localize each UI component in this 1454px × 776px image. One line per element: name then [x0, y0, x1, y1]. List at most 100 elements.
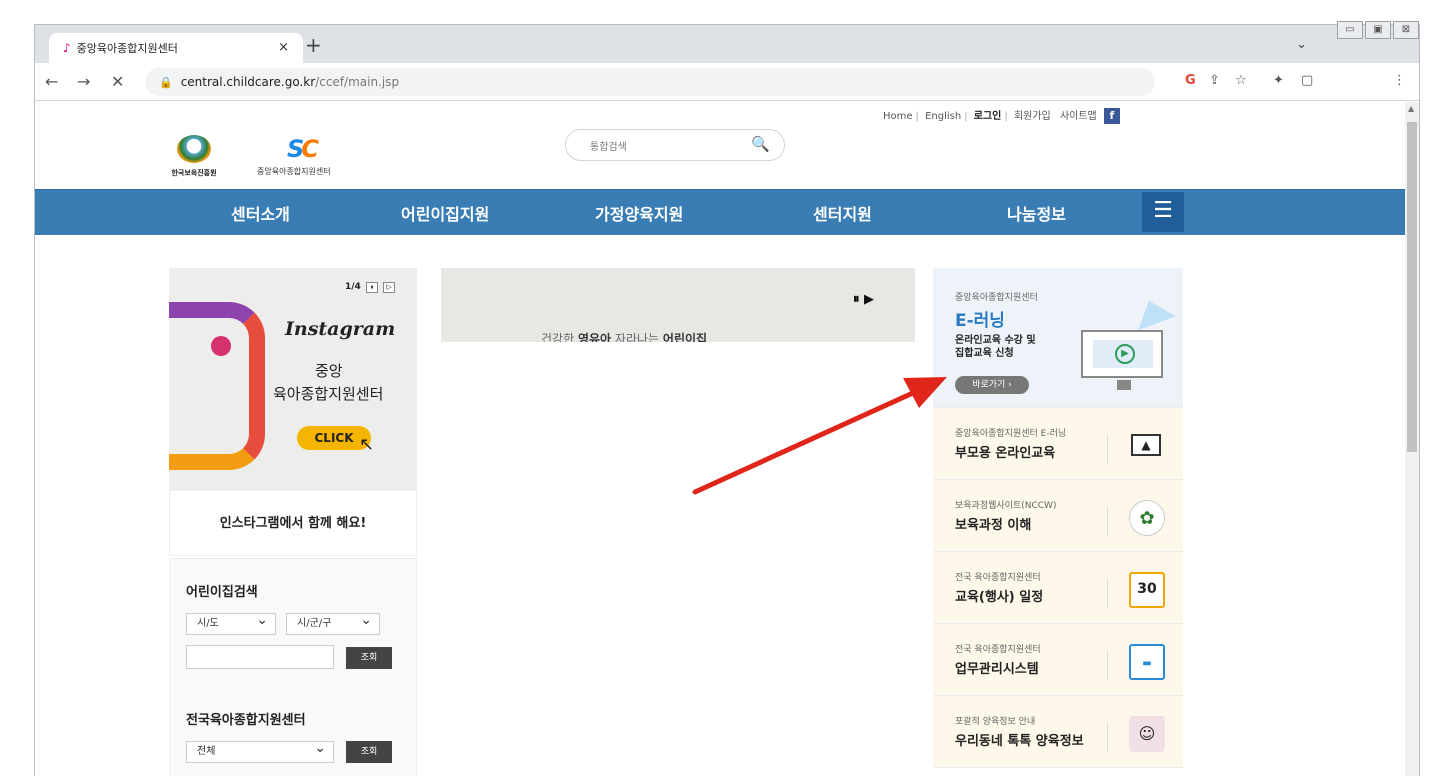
- quick-item-title: 업무관리시스템: [955, 662, 1039, 677]
- url-path: /ccef/main.jsp: [315, 75, 400, 89]
- address-bar-row: ← → ✕ 🔒 central.childcare.go.kr/ccef/mai…: [35, 63, 1419, 101]
- page-scrollbar[interactable]: ▲: [1405, 102, 1419, 776]
- instagram-logo-icon: [169, 302, 265, 470]
- stop-icon[interactable]: ✕: [111, 72, 124, 91]
- quick-item-title: 부모용 온라인교육: [955, 446, 1056, 461]
- quick-item-small: 중앙육아종합지원센터 E-러닝: [955, 429, 1067, 439]
- pause-icon[interactable]: ⏸: [365, 282, 378, 293]
- quick-item-title: 우리동네 톡톡 양육정보: [955, 734, 1084, 749]
- quick-item-small: 전국 육아종합지원센터: [955, 645, 1041, 655]
- main-nav: 센터소개 어린이집지원 가정양육지원 센터지원 나눔정보 ☰: [35, 189, 1407, 235]
- quick-item-schedule[interactable]: 전국 육아종합지원센터 교육(행사) 일정 30: [933, 552, 1183, 624]
- banner-play-controls[interactable]: ⏸ ▶: [853, 292, 874, 307]
- elearning-sub-2: 집합교육 신청: [955, 348, 1014, 359]
- close-window-button[interactable]: ⊠: [1393, 21, 1419, 39]
- sigungu-select[interactable]: 시/군/구: [286, 610, 380, 635]
- kcpi-logo[interactable]: 한국보육진흥원: [169, 135, 219, 183]
- site-search-input[interactable]: 통합검색 🔍: [565, 129, 785, 161]
- kcpi-logo-text: 한국보육진흥원: [171, 169, 217, 177]
- nav-home-parenting[interactable]: 가정양육지원: [595, 201, 683, 225]
- instagram-dot: [211, 336, 231, 356]
- pager-count: 1/4: [345, 282, 361, 292]
- monitor-play-icon: ▶: [1081, 330, 1163, 390]
- main-visual-banner[interactable]: ⏸ ▶ 건강한 영유아 자라나는 어린이집: [441, 268, 915, 342]
- tab-close-button[interactable]: ×: [278, 40, 289, 55]
- quick-item-parent-online[interactable]: 중앙육아종합지원센터 E-러닝 부모용 온라인교육 ▲: [933, 408, 1183, 480]
- quick-item-work-system[interactable]: 전국 육아종합지원센터 업무관리시스템 ▬: [933, 624, 1183, 696]
- google-icon[interactable]: G: [1185, 73, 1196, 88]
- daycare-search-title: 어린이집검색: [186, 585, 258, 600]
- nav-center-intro[interactable]: 센터소개: [231, 201, 290, 225]
- lock-icon: 🔒: [159, 75, 173, 89]
- quick-item-title: 교육(행사) 일정: [955, 590, 1044, 605]
- elearning-org: 중앙육아종합지원센터: [955, 293, 1038, 303]
- banner-text-prefix: 건강한: [541, 332, 575, 342]
- quick-item-small: 포괄적 양육정보 안내: [955, 717, 1036, 727]
- page-content: Home | English | 로그인 | 회원가입 사이트맵 f 한국보육진흥원 …: [35, 102, 1407, 776]
- sitemap-link[interactable]: 사이트맵: [1060, 111, 1097, 122]
- center-region-select[interactable]: 전체: [186, 738, 334, 763]
- tab-title: 중앙육아종합지원센터: [76, 42, 178, 55]
- tab-search-chevron-icon[interactable]: ⌄: [1296, 37, 1307, 52]
- quick-item-parenting-info[interactable]: 포괄적 양육정보 안내 우리동네 톡톡 양육정보 ☺: [933, 696, 1183, 768]
- extensions-icon[interactable]: ✦: [1273, 73, 1284, 88]
- sido-select[interactable]: 시/도: [186, 610, 276, 635]
- cursor-icon: ↖: [359, 434, 375, 455]
- ccef-logo[interactable]: SC 중앙육아종합지원센터: [257, 135, 367, 183]
- banner-line-1: 중앙: [315, 362, 343, 380]
- url-host: central.childcare.go.kr: [180, 75, 316, 89]
- forward-icon[interactable]: →: [77, 72, 90, 91]
- banner-pager: 1/4 ⏸ ▷: [343, 282, 396, 294]
- nav-daycare-support[interactable]: 어린이집지원: [401, 201, 489, 225]
- browser-menu-icon[interactable]: ⋮: [1393, 73, 1406, 88]
- play-icon: ▶: [1115, 344, 1135, 364]
- plant-icon: ✿: [1129, 500, 1165, 536]
- side-panel-icon[interactable]: ▢: [1301, 73, 1313, 88]
- all-menu-icon[interactable]: ☰: [1142, 192, 1184, 232]
- instagram-banner[interactable]: 1/4 ⏸ ▷ Instagram 중앙 육아종합지원센터 CLICK ↖: [169, 268, 417, 490]
- window-controls: ▭ ▣ ⊠: [1335, 21, 1419, 39]
- ccef-logo-text: 중앙육아종합지원센터: [257, 167, 331, 176]
- daycare-name-input[interactable]: [186, 645, 334, 669]
- nav-center-support[interactable]: 센터지원: [813, 201, 872, 225]
- banner-text-mid: 자라나는: [614, 332, 660, 342]
- scroll-thumb[interactable]: [1407, 122, 1417, 452]
- next-icon[interactable]: ▷: [383, 282, 396, 293]
- utility-links: Home | English | 로그인 | 회원가입 사이트맵 f: [883, 107, 1120, 124]
- elearning-card[interactable]: 중앙육아종합지원센터 E-러닝 온라인교육 수강 및 집합교육 신청 바로가기 …: [933, 268, 1183, 408]
- quick-item-curriculum[interactable]: 보육과정웹사이트(NCCW) 보육과정 이해 ✿: [933, 480, 1183, 552]
- instagram-caption: 인스타그램에서 함께 해요!: [169, 490, 417, 556]
- tab-strip: ♪ 중앙육아종합지원센터 × + ⌄ ▭ ▣ ⊠: [35, 21, 1419, 63]
- login-link[interactable]: 로그인: [974, 111, 1002, 122]
- elearning-sub-1: 온라인교육 수강 및: [955, 335, 1036, 346]
- search-icon[interactable]: 🔍: [751, 135, 770, 153]
- quick-item-title: 보육과정 이해: [955, 518, 1032, 533]
- browser-tab[interactable]: ♪ 중앙육아종합지원센터 ×: [49, 33, 303, 63]
- share-icon[interactable]: ⇪: [1209, 73, 1220, 88]
- scroll-up-icon[interactable]: ▲: [1408, 104, 1414, 113]
- home-link[interactable]: Home: [883, 111, 913, 122]
- search-placeholder: 통합검색: [590, 141, 627, 153]
- quick-item-small: 전국 육아종합지원센터: [955, 573, 1041, 583]
- card-icon: ▬: [1129, 644, 1165, 680]
- daycare-finder: 어린이집검색 시/도 시/군/구 조회 전국육아종합지원센터 전체 조회: [169, 558, 417, 776]
- center-search-button[interactable]: 조회: [346, 741, 392, 763]
- decor-triangle: [1130, 293, 1176, 331]
- calendar-icon: 30: [1129, 572, 1165, 608]
- nav-sharing-info[interactable]: 나눔정보: [1007, 201, 1066, 225]
- facebook-icon[interactable]: f: [1103, 108, 1120, 124]
- english-link[interactable]: English: [925, 111, 961, 122]
- minimize-button[interactable]: ▭: [1337, 21, 1363, 39]
- elearning-go-button[interactable]: 바로가기 ›: [955, 376, 1029, 394]
- quick-links: 중앙육아종합지원센터 E-러닝 온라인교육 수강 및 집합교육 신청 바로가기 …: [933, 268, 1183, 776]
- url-field[interactable]: 🔒 central.childcare.go.kr/ccef/main.jsp: [145, 68, 1155, 96]
- back-icon[interactable]: ←: [45, 72, 58, 91]
- bookmark-star-icon[interactable]: ☆: [1235, 73, 1247, 88]
- new-tab-button[interactable]: +: [305, 33, 322, 57]
- instagram-wordmark: Instagram: [285, 318, 396, 340]
- signup-link[interactable]: 회원가입: [1014, 111, 1051, 122]
- daycare-search-button[interactable]: 조회: [346, 647, 392, 669]
- maximize-button[interactable]: ▣: [1365, 21, 1391, 39]
- banner-line-2: 육아종합지원센터: [273, 385, 384, 403]
- ccef-mark-icon: SC: [287, 135, 319, 163]
